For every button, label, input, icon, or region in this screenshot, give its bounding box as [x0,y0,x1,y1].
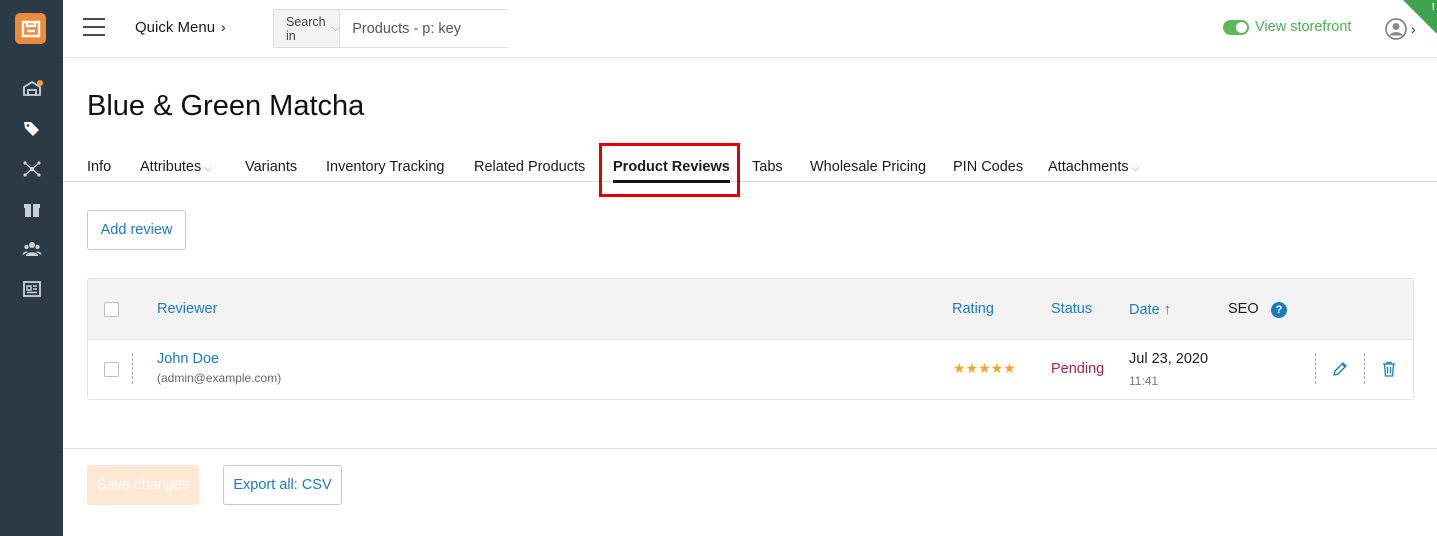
tab-wholesale-pricing[interactable]: Wholesale Pricing [810,159,926,175]
tab-label: Product Reviews [613,159,730,175]
tab-label: Tabs [752,159,783,175]
storefront-dashboard-icon[interactable] [0,74,63,104]
tab-label: Variants [245,159,298,175]
footer-divider [63,448,1437,449]
tab-attachments[interactable]: Attachments ⌵ [1048,159,1139,175]
tab-product-reviews[interactable]: Product Reviews [613,159,730,183]
quick-menu-label: Quick Menu [135,19,216,36]
top-header: Quick Menu › Search in ⌵ View storefront ›… [63,0,1437,58]
select-all-checkbox[interactable] [104,302,119,317]
edit-pencil-icon[interactable] [1330,359,1350,379]
help-icon[interactable]: ? [1271,302,1287,318]
table-header: Reviewer Rating Status Date ↑ SEO ? [88,279,1413,340]
rating-stars: ★★★★★ [953,360,1016,376]
tab-label: Attributes [140,159,202,175]
reviewer-email: (admin@example.com) [157,371,282,385]
export-csv-button[interactable]: Export all: CSV [223,465,342,505]
row-checkbox[interactable] [104,362,119,377]
column-rating[interactable]: Rating [952,301,994,317]
column-reviewer[interactable]: Reviewer [157,301,217,317]
sort-asc-arrow-icon: ↑ [1163,301,1172,318]
product-tabs: Info Attributes ⌵ Variants Inventory Trac… [63,148,1437,183]
search-in-label: Search in [286,14,326,43]
status-badge[interactable]: Pending [1051,361,1104,377]
tab-label: Wholesale Pricing [810,159,927,175]
row-divider [1315,353,1316,384]
search-box: Search in ⌵ [273,9,540,48]
export-csv-label: Export all: CSV [233,477,332,493]
chevron-down-icon: ⌵ [1131,163,1140,174]
quick-menu-button[interactable]: Quick Menu › [135,19,226,36]
chevron-right-icon: › [221,19,226,35]
view-storefront-link[interactable]: View storefront [1223,19,1351,35]
products-tag-icon[interactable] [0,114,63,144]
info-icon: ! [1431,2,1435,13]
row-divider [132,353,133,384]
reviews-table: Reviewer Rating Status Date ↑ SEO ? John… [87,278,1414,400]
column-status[interactable]: Status [1051,301,1092,317]
tab-attributes[interactable]: Attributes ⌵ [140,159,212,175]
tab-label: Inventory Tracking [326,159,445,175]
column-date-label: Date [1129,302,1160,318]
customers-icon[interactable] [0,234,63,264]
save-changes-button[interactable]: Save changes [87,465,199,505]
reviewer-name-link[interactable]: John Doe [157,351,219,367]
tab-info[interactable]: Info [87,159,111,175]
tab-label: Related Products [474,159,586,175]
content-pages-icon[interactable] [0,274,63,304]
logo-icon[interactable] [15,13,46,44]
tab-related-products[interactable]: Related Products [474,159,585,175]
search-in-dropdown[interactable]: Search in ⌵ [274,10,341,47]
notification-dot [37,80,43,86]
network-icon[interactable] [0,154,63,184]
add-review-button[interactable]: Add review [87,210,186,250]
save-changes-label: Save changes [97,477,189,493]
row-divider [1364,353,1365,384]
tab-tabs[interactable]: Tabs [752,159,783,175]
column-seo: SEO [1228,301,1259,317]
review-time: 11:41 [1129,374,1159,388]
hamburger-menu-icon[interactable] [83,18,105,38]
left-sidebar [0,0,63,536]
tab-pin-codes[interactable]: PIN Codes [953,159,1023,175]
tab-label: Attachments [1048,159,1129,175]
chevron-down-icon: ⌵ [204,163,212,174]
active-tab-underline [613,180,730,183]
review-date: Jul 23, 2020 [1129,351,1209,367]
add-review-label: Add review [100,222,173,238]
trash-icon[interactable] [1379,359,1399,379]
storefront-toggle-icon [1223,19,1249,35]
table-row: John Doe (admin@example.com) ★★★★★ Pendi… [88,340,1413,400]
column-date[interactable]: Date ↑ [1129,301,1171,318]
view-storefront-label: View storefront [1255,19,1352,35]
gift-icon[interactable] [0,194,63,224]
tab-variants[interactable]: Variants [245,159,297,175]
tab-label: Info [87,159,112,175]
tab-label: PIN Codes [953,159,1024,175]
search-input[interactable] [340,10,540,47]
chevron-down-icon: ⌵ [331,23,340,34]
page-title: Blue & Green Matcha [87,90,365,122]
tab-inventory-tracking[interactable]: Inventory Tracking [326,159,444,175]
